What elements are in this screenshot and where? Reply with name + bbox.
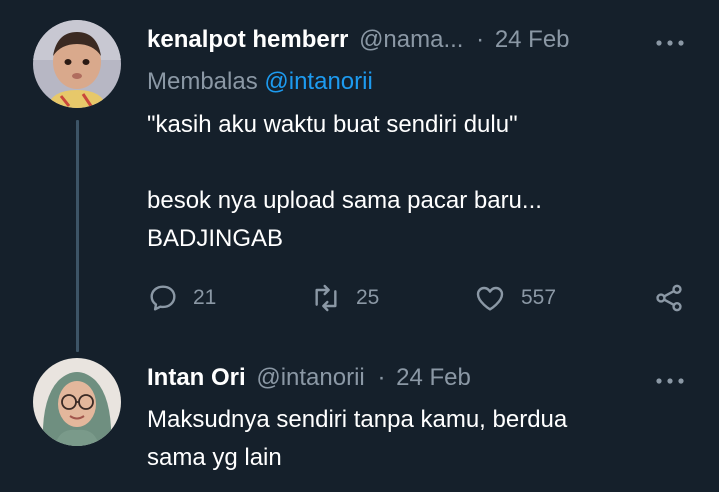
tweet-text: "kasih aku waktu buat sendiri dulu" beso… — [147, 111, 542, 252]
reply-context: Membalas @intanorii — [147, 67, 373, 97]
tweet-text: Maksudnya sendiri tanpa kamu, berdua sam… — [147, 406, 568, 471]
retweet-count: 25 — [356, 286, 380, 309]
more-options-button[interactable] — [655, 368, 685, 388]
retweet-icon — [315, 284, 337, 312]
reply-prefix: Membalas — [147, 68, 258, 95]
separator: · — [476, 26, 485, 53]
display-name[interactable]: kenalpot hemberr — [147, 26, 348, 53]
retweet-button[interactable]: 25 — [310, 282, 379, 314]
handle[interactable]: @nama... — [359, 26, 463, 53]
tweet-date[interactable]: 24 Feb — [495, 26, 570, 53]
reply-icon — [150, 285, 176, 311]
more-horizontal-icon — [656, 40, 684, 46]
display-name[interactable]: Intan Ori — [147, 364, 246, 391]
baby-avatar-image — [33, 20, 121, 108]
reply-button[interactable]: 21 — [147, 282, 216, 314]
like-count: 557 — [521, 286, 557, 309]
avatar[interactable] — [33, 358, 121, 446]
handle[interactable]: @intanorii — [256, 364, 364, 391]
reply-to-handle[interactable]: @intanorii — [264, 68, 372, 95]
tweet-header: kenalpot hemberr @nama... · 24 Feb — [147, 25, 570, 55]
heart-icon — [476, 286, 504, 311]
like-button[interactable]: 557 — [473, 282, 556, 314]
hijab-woman-avatar-image — [33, 358, 121, 446]
tweet-header: Intan Ori @intanorii · 24 Feb — [147, 363, 471, 393]
separator: · — [377, 364, 386, 391]
tweet-actions: 21 25 557 — [147, 282, 692, 316]
thread-line — [76, 120, 79, 352]
tweet-date[interactable]: 24 Feb — [396, 364, 471, 391]
share-button[interactable] — [652, 282, 686, 314]
reply-count: 21 — [193, 286, 217, 309]
more-horizontal-icon — [656, 378, 684, 384]
avatar[interactable] — [33, 20, 121, 108]
more-options-button[interactable] — [655, 30, 685, 50]
tweet-1[interactable]: kenalpot hemberr @nama... · 24 Feb Memba… — [0, 0, 719, 352]
share-icon — [656, 284, 682, 312]
tweet-2[interactable]: Intan Ori @intanorii · 24 Feb Maksudnya … — [0, 345, 719, 492]
